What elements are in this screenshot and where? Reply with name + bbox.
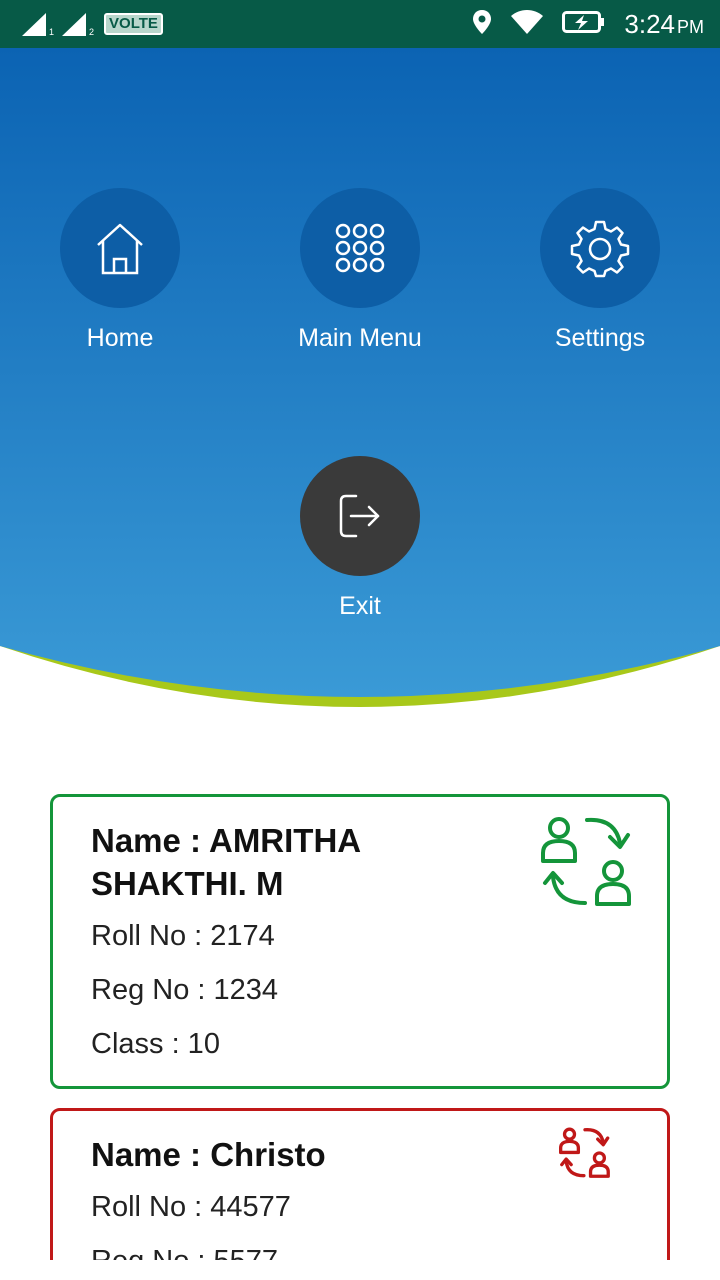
main-menu-button[interactable]: Main Menu	[280, 188, 440, 353]
gear-icon	[570, 220, 630, 278]
main-menu-circle[interactable]	[300, 188, 420, 308]
home-circle[interactable]	[60, 188, 180, 308]
signal-icon: 1	[20, 11, 54, 37]
wifi-icon	[510, 9, 544, 40]
grid-icon	[335, 223, 385, 273]
home-button[interactable]: Home	[40, 188, 200, 353]
logout-icon	[339, 494, 380, 538]
sim1-label: 1	[49, 27, 55, 37]
exit-circle[interactable]	[300, 456, 420, 576]
bottom-edge	[0, 1260, 720, 1280]
student-roll: Roll No : 44577	[91, 1191, 291, 1223]
header-panel: Home Main Menu Settings Exit	[0, 48, 720, 718]
home-label: Home	[86, 324, 154, 352]
student-class: Class : 10	[91, 1028, 220, 1060]
student-name: Name : Christo	[91, 1136, 326, 1173]
location-icon	[472, 9, 492, 40]
settings-label: Settings	[554, 324, 646, 352]
clock-time: 3:24	[624, 8, 675, 39]
signal-icon: 2	[60, 11, 94, 37]
sim2-label: 2	[89, 27, 95, 37]
user-swap-icon[interactable]	[559, 1127, 611, 1179]
battery-charging-icon	[562, 10, 606, 39]
status-bar: 1 2 VOLTE 3:24 PM	[0, 0, 720, 48]
student-card[interactable]: Name : AMRITHA SHAKTHI. M Roll No : 2174…	[50, 794, 670, 1089]
settings-circle[interactable]	[540, 188, 660, 308]
student-name: Name : AMRITHA SHAKTHI. M	[91, 822, 360, 902]
student-card[interactable]: Name : Christo Roll No : 44577 Reg No : …	[50, 1108, 670, 1280]
exit-button[interactable]: Exit	[280, 456, 440, 621]
volte-badge: VOLTE	[104, 13, 163, 35]
student-reg: Reg No : 1234	[91, 974, 279, 1006]
student-roll: Roll No : 2174	[91, 920, 275, 952]
status-right: 3:24 PM	[472, 9, 704, 40]
home-icon	[97, 223, 143, 275]
clock: 3:24 PM	[624, 9, 704, 40]
status-left: 1 2 VOLTE	[20, 11, 163, 37]
exit-label: Exit	[339, 592, 381, 620]
user-swap-icon[interactable]	[540, 815, 634, 909]
settings-button[interactable]: Settings	[520, 188, 680, 353]
main-menu-label: Main Menu	[298, 324, 422, 352]
clock-ampm: PM	[677, 16, 704, 37]
